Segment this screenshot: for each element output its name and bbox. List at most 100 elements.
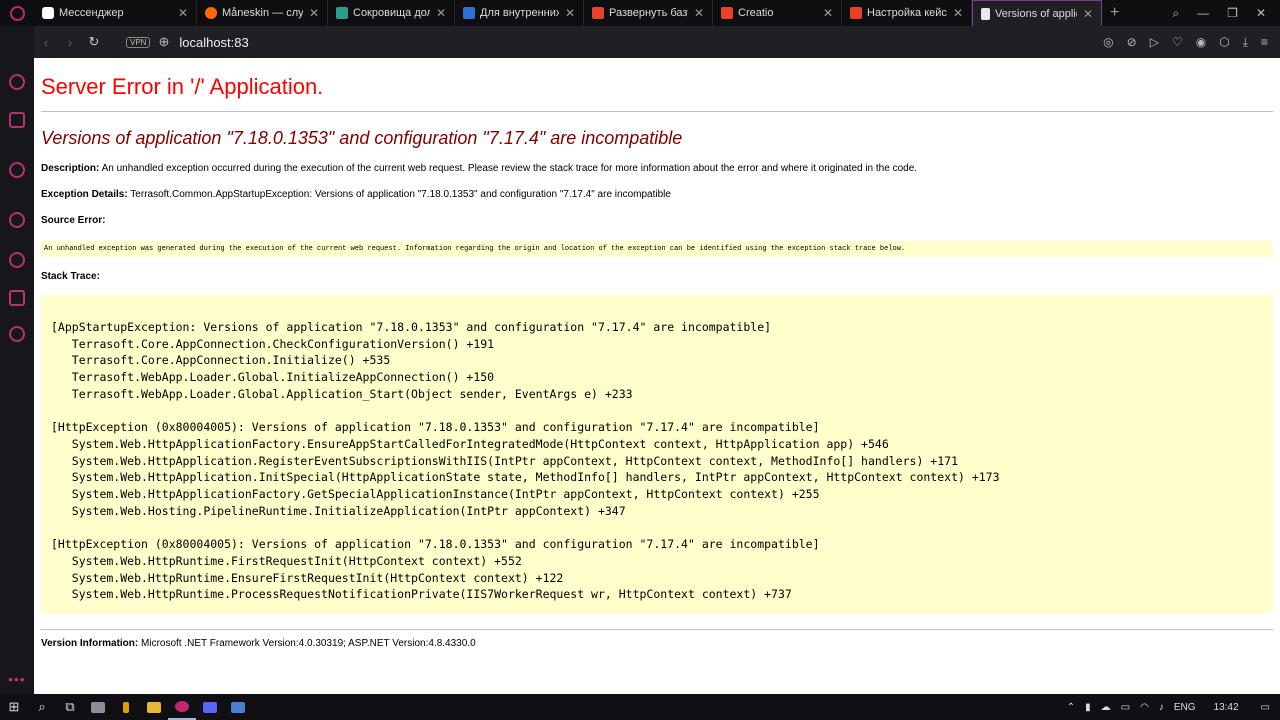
tab-messenger[interactable]: Мессенджер ✕	[34, 0, 197, 26]
speed-dial-icon[interactable]	[9, 74, 25, 90]
app-icon[interactable]	[224, 694, 252, 720]
minimize-icon[interactable]: —	[1197, 6, 1209, 21]
favorites-icon[interactable]	[9, 212, 25, 228]
aria-icon[interactable]: ◉	[1196, 35, 1206, 50]
url-field[interactable]: localhost:83	[179, 35, 248, 50]
wifi-icon[interactable]: ◠	[1140, 702, 1149, 713]
description: Description: An unhandled exception occu…	[41, 163, 1273, 175]
search-tabs-icon[interactable]: ⌕	[1172, 6, 1179, 21]
jira-favicon-icon	[463, 7, 475, 19]
source-label: Source Error:	[41, 215, 106, 226]
close-tab-icon[interactable]: ✕	[178, 6, 188, 20]
page-title: Server Error in '/' Application.	[41, 74, 324, 99]
globe-icon[interactable]: ⊕	[158, 34, 169, 50]
close-window-icon[interactable]: ✕	[1256, 6, 1266, 21]
app-icon[interactable]	[84, 694, 112, 720]
player-icon[interactable]	[9, 162, 25, 178]
tab-label: Для внутренних за	[480, 7, 559, 19]
tab-cases[interactable]: Настройка кейсов ✕	[842, 0, 972, 26]
volume-icon[interactable]: ♪	[1159, 702, 1164, 713]
cube-icon[interactable]: ⬡	[1219, 35, 1229, 50]
error-message: Versions of application "7.18.0.1353" an…	[41, 128, 683, 148]
tab-creatio[interactable]: Creatio ✕	[713, 0, 842, 26]
cloud-icon[interactable]: ☁	[1101, 702, 1111, 713]
site-favicon-icon	[336, 7, 348, 19]
tab-maneskin[interactable]: Måneskin — слуша ✕	[197, 0, 328, 26]
send-icon[interactable]: ▷	[1150, 35, 1159, 50]
menu-icon[interactable]: ≡	[1261, 35, 1268, 50]
download-icon[interactable]: ⤓	[1243, 35, 1248, 50]
close-tab-icon[interactable]: ✕	[953, 6, 963, 20]
task-view-icon[interactable]: ⧉	[56, 694, 84, 720]
adblock-icon[interactable]: ⊘	[1127, 35, 1137, 50]
tab-deploy[interactable]: Развернуть базу д ✕	[584, 0, 713, 26]
version-label: Version Information:	[41, 638, 139, 649]
document-favicon-icon	[981, 7, 990, 20]
history-icon[interactable]	[9, 252, 25, 268]
version-divider	[41, 629, 1273, 630]
source-error-block: An unhandled exception was generated dur…	[41, 241, 1273, 257]
tab-sokrovishcha[interactable]: Сокровища долин ✕	[328, 0, 455, 26]
windows-start-icon[interactable]: ⊞	[0, 694, 28, 720]
restore-icon[interactable]: ❐	[1227, 6, 1238, 21]
more-icon[interactable]: •••	[8, 671, 26, 687]
stack-label: Stack Trace:	[41, 271, 100, 282]
close-tab-icon[interactable]: ✕	[823, 6, 833, 20]
exception-label: Exception Details:	[41, 189, 128, 200]
app-icon[interactable]	[112, 694, 140, 720]
exception-text: Terrasoft.Common.AppStartupException: Ve…	[127, 189, 671, 200]
language-indicator[interactable]: ENG	[1174, 702, 1196, 713]
version-info: Version Information: Microsoft .NET Fram…	[41, 638, 1273, 649]
tab-bar: Мессенджер ✕ Måneskin — слуша ✕ Сокровища …	[0, 0, 1280, 26]
forward-icon[interactable]: ›	[58, 35, 82, 50]
close-tab-icon[interactable]: ✕	[309, 6, 319, 20]
tab-label: Versions of applica	[995, 7, 1077, 20]
close-tab-icon[interactable]: ✕	[436, 6, 446, 20]
search-icon[interactable]: ⌕	[28, 694, 56, 720]
tab-label: Настройка кейсов	[867, 7, 947, 19]
stack-trace-heading: Stack Trace:	[41, 271, 1273, 283]
back-icon[interactable]: ‹	[34, 35, 58, 50]
usb-icon[interactable]: ▮	[1085, 702, 1091, 713]
creatio-favicon-icon	[592, 7, 604, 19]
exception-details: Exception Details: Terrasoft.Common.AppS…	[41, 189, 1273, 201]
source-error-heading: Source Error:	[41, 215, 1273, 227]
heart-icon[interactable]: ♡	[1172, 35, 1183, 50]
vpn-badge[interactable]: VPN	[126, 36, 151, 48]
windows-taskbar: ⊞ ⌕ ⧉ ⌃ ▮ ☁ ▭ ◠ ♪ ENG 13:42 ▭	[0, 694, 1280, 720]
tab-label: Развернуть базу д	[609, 7, 688, 19]
tab-versions-active[interactable]: Versions of applica ✕	[972, 0, 1102, 26]
close-tab-icon[interactable]: ✕	[694, 6, 704, 20]
app-icon[interactable]	[196, 694, 224, 720]
tab-label: Creatio	[738, 7, 774, 19]
system-tray: ⌃ ▮ ☁ ▭ ◠ ♪ ENG 13:42 ▭	[1067, 702, 1280, 713]
close-tab-icon[interactable]: ✕	[565, 6, 575, 20]
opera-menu-icon[interactable]	[0, 0, 34, 26]
clock[interactable]: 13:42	[1214, 702, 1239, 713]
address-bar: ‹ › ↻ VPN ⊕ localhost:83 ◎ ⊘ ▷ ♡ ◉ ⬡ ⤓ ≡	[34, 26, 1280, 58]
camera-icon[interactable]: ◎	[1103, 35, 1113, 50]
extensions-icon[interactable]	[9, 290, 25, 306]
notifications-icon[interactable]: ▭	[1261, 702, 1270, 713]
creatio-favicon-icon	[850, 7, 862, 19]
tab-label: Måneskin — слуша	[222, 7, 303, 19]
file-explorer-icon[interactable]	[140, 694, 168, 720]
opera-sidebar: •••	[0, 26, 34, 694]
new-tab-icon[interactable]: +	[1102, 4, 1127, 22]
page-content: Server Error in '/' Application. Version…	[34, 58, 1280, 694]
network-icon[interactable]: ▭	[1121, 702, 1130, 713]
stack-trace-block: [AppStartupException: Versions of applic…	[41, 295, 1273, 613]
tab-label: Мессенджер	[59, 7, 124, 19]
shopping-icon[interactable]	[9, 112, 25, 128]
title-divider	[41, 111, 1273, 112]
tab-internal[interactable]: Для внутренних за ✕	[455, 0, 584, 26]
show-hidden-icons-icon[interactable]: ⌃	[1067, 702, 1075, 713]
version-text: Microsoft .NET Framework Version:4.0.303…	[138, 638, 476, 649]
creatio-favicon-icon	[721, 7, 733, 19]
description-label: Description:	[41, 163, 100, 174]
yandex-music-favicon-icon	[205, 7, 217, 19]
close-tab-icon[interactable]: ✕	[1083, 7, 1093, 21]
opera-taskbar-icon[interactable]	[168, 694, 196, 720]
reload-icon[interactable]: ↻	[82, 34, 106, 50]
settings-icon[interactable]	[9, 326, 25, 342]
